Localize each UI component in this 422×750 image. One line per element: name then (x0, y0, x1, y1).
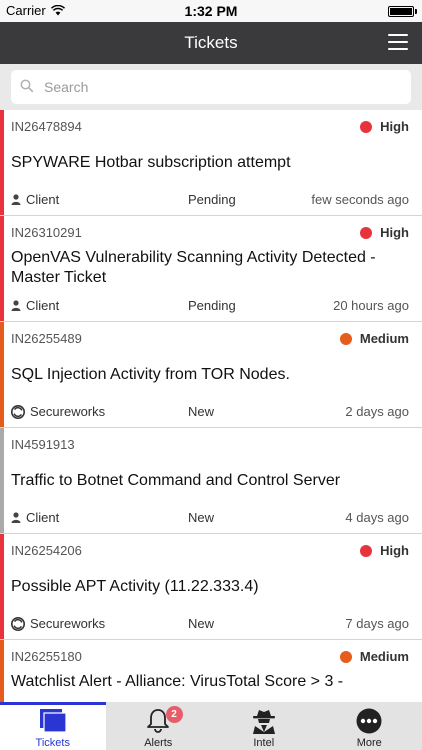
priority-dot-icon (339, 650, 352, 663)
priority-stripe (0, 110, 4, 215)
ticket-row[interactable]: IN26255489 Medium SQL Injection Activity… (0, 322, 422, 428)
priority-label: High (380, 543, 409, 558)
ticket-row[interactable]: IN26310291 High OpenVAS Vulnerability Sc… (0, 216, 422, 322)
search-bar (0, 64, 422, 110)
search-input[interactable] (44, 76, 399, 98)
priority-stripe (0, 428, 4, 533)
priority-stripe (0, 216, 4, 321)
tab-label: More (356, 737, 382, 749)
ticket-status: New (188, 510, 215, 525)
tickets-icon (39, 709, 67, 733)
ticket-status: Pending (188, 192, 236, 207)
priority-badge: High (360, 543, 409, 558)
ticket-owner: Client (11, 298, 59, 313)
priority-dot-icon (339, 332, 352, 345)
priority-label: High (380, 225, 409, 240)
priority-label: High (380, 119, 409, 134)
ticket-row[interactable]: IN26478894 High SPYWARE Hotbar subscript… (0, 110, 422, 216)
clock: 1:32 PM (184, 3, 238, 19)
spy-icon (252, 710, 275, 734)
ticket-id: IN26255180 (11, 649, 82, 664)
ticket-time: 4 days ago (345, 510, 409, 525)
ticket-row[interactable]: IN26255180 Medium Watchlist Alert - Alli… (0, 640, 422, 702)
tab-tickets[interactable]: Tickets (0, 702, 106, 750)
ticket-title: SQL Injection Activity from TOR Nodes. (11, 366, 290, 383)
ticket-title: OpenVAS Vulnerability Scanning Activity … (11, 249, 376, 286)
ticket-id: IN26255489 (11, 331, 82, 346)
ticket-time: 20 hours ago (333, 298, 409, 313)
ticket-title: Possible APT Activity (11.22.333.4) (11, 578, 259, 595)
ticket-status: Pending (188, 298, 236, 313)
ticket-id: IN4591913 (11, 437, 75, 452)
search-icon (20, 79, 34, 93)
priority-badge: Medium (339, 331, 409, 346)
hamburger-menu-icon[interactable] (388, 34, 408, 50)
tab-label: Alerts (144, 737, 173, 749)
priority-badge: Medium (339, 649, 409, 664)
tab-label: Tickets (35, 737, 70, 749)
person-icon (11, 512, 21, 523)
ticket-time: 2 days ago (345, 404, 409, 419)
priority-stripe (0, 640, 4, 702)
ticket-owner: Client (11, 192, 59, 207)
ticket-row[interactable]: IN26254206 High Possible APT Activity (1… (0, 534, 422, 640)
more-dots-icon (356, 708, 382, 734)
ticket-id: IN26254206 (11, 543, 82, 558)
person-icon (11, 300, 21, 311)
owner-label: Client (26, 192, 60, 207)
owner-label: Secureworks (30, 404, 106, 419)
tab-bar: Tickets 2 Alerts Intel More (0, 702, 422, 750)
ticket-owner: Client (11, 510, 59, 525)
nav-bar: Tickets (0, 22, 422, 64)
search-box[interactable] (11, 70, 411, 104)
priority-badge: High (360, 119, 409, 134)
priority-label: Medium (359, 331, 409, 346)
ticket-status: New (188, 616, 215, 631)
tab-intel[interactable]: Intel (211, 702, 317, 750)
ticket-title: Watchlist Alert - Alliance: VirusTotal S… (11, 673, 344, 690)
ticket-id: IN26310291 (11, 225, 82, 240)
ticket-id: IN26478894 (11, 119, 82, 134)
priority-dot-icon (360, 544, 373, 557)
secureworks-logo-icon (11, 404, 25, 419)
person-icon (11, 194, 21, 205)
ticket-owner: Secureworks (11, 404, 105, 419)
priority-stripe (0, 534, 4, 639)
ticket-row[interactable]: IN4591913 Traffic to Botnet Command and … (0, 428, 422, 534)
ticket-owner: Secureworks (11, 616, 105, 631)
tab-alerts[interactable]: 2 Alerts (106, 702, 212, 750)
priority-label: Medium (359, 649, 409, 664)
priority-dot-icon (360, 226, 373, 239)
alerts-count-badge: 2 (165, 706, 183, 723)
owner-label: Secureworks (30, 616, 106, 631)
page-title: Tickets (184, 33, 238, 52)
tab-more[interactable]: More (317, 702, 422, 750)
priority-badge: High (360, 225, 409, 240)
tab-label: Intel (253, 737, 275, 749)
owner-label: Client (26, 298, 60, 313)
secureworks-logo-icon (11, 616, 25, 631)
battery-icon (388, 6, 417, 17)
ticket-title: SPYWARE Hotbar subscription attempt (11, 154, 291, 171)
ticket-title: Traffic to Botnet Command and Control Se… (11, 472, 341, 489)
owner-label: Client (26, 510, 60, 525)
ticket-time: 7 days ago (345, 616, 409, 631)
ticket-time: few seconds ago (311, 192, 409, 207)
priority-dot-icon (360, 120, 373, 133)
ticket-list[interactable]: IN26478894 High SPYWARE Hotbar subscript… (0, 110, 422, 702)
status-bar: Carrier 1:32 PM (0, 0, 422, 22)
ticket-status: New (188, 404, 215, 419)
priority-stripe (0, 322, 4, 427)
